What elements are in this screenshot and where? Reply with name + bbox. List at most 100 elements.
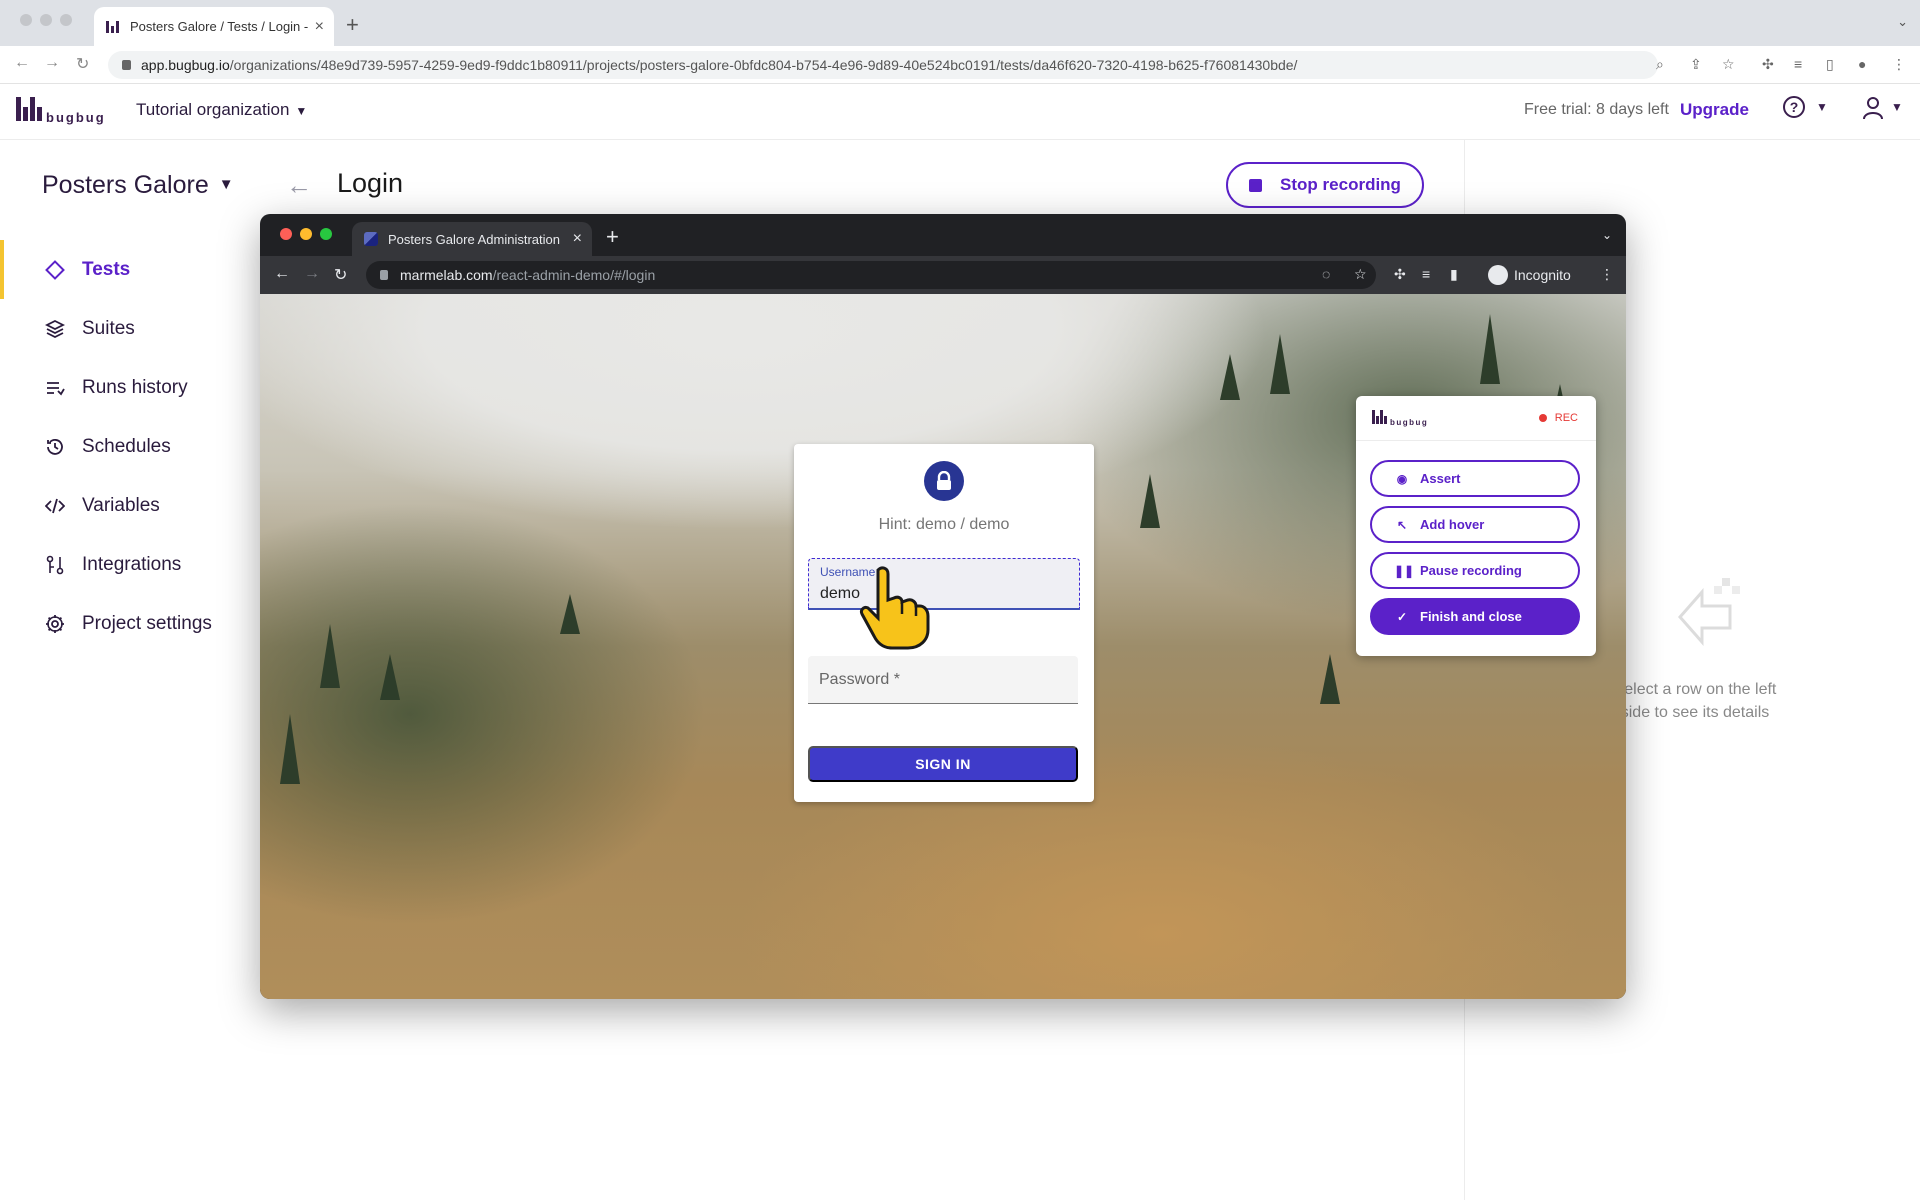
sidebar-item-runs-history[interactable]: Runs history <box>0 358 230 417</box>
tab-search-chevron-icon[interactable]: ⌄ <box>1897 14 1908 30</box>
pause-recording-button[interactable]: ❚❚ Pause recording <box>1370 552 1580 589</box>
reading-list-icon[interactable]: ≡ <box>1422 266 1430 282</box>
pause-icon: ❚❚ <box>1394 563 1415 578</box>
inner-browser-tab[interactable]: Posters Galore Administration × <box>352 222 592 256</box>
new-tab-icon[interactable]: + <box>606 224 619 250</box>
bugbug-favicon-icon <box>106 20 120 33</box>
lock-icon <box>924 461 964 501</box>
list-icon <box>44 377 66 399</box>
share-icon[interactable]: ⇪ <box>1690 56 1702 73</box>
reload-icon[interactable]: ↻ <box>334 265 347 285</box>
forward-icon[interactable]: → <box>304 265 320 283</box>
eye-slash-icon[interactable]: ◌ <box>1322 266 1330 282</box>
close-tab-icon[interactable]: × <box>573 230 582 248</box>
bugbug-logo-icon <box>1372 410 1387 424</box>
recording-browser-window: Posters Galore Administration × + ⌄ ← → … <box>260 214 1626 999</box>
finish-and-close-button[interactable]: ✓ Finish and close <box>1370 598 1580 635</box>
browser-tab-bar: Posters Galore / Tests / Login - BugBug … <box>0 0 1920 46</box>
reading-list-icon[interactable]: ≡ <box>1794 56 1802 72</box>
tab-search-chevron-icon[interactable]: ⌄ <box>1602 228 1612 242</box>
tree-decoration <box>560 594 580 634</box>
project-name: Posters Galore <box>42 171 209 199</box>
back-icon[interactable]: ← <box>274 265 290 283</box>
address-bar[interactable]: app.bugbug.io/organizations/48e9d739-595… <box>108 51 1658 79</box>
window-minimize-button[interactable] <box>40 14 52 26</box>
password-field[interactable]: Password * <box>808 656 1078 704</box>
url-path: /organizations/48e9d739-5957-4259-9ed9-f… <box>229 57 1298 73</box>
profile-icon[interactable]: ● <box>1858 56 1866 72</box>
add-hover-button[interactable]: ↖ Add hover <box>1370 506 1580 543</box>
sign-in-button[interactable]: SIGN IN <box>808 746 1078 782</box>
bugbug-recorder-panel: bugbug REC ◉ Assert ↖ Add hover ❚❚ Pause… <box>1356 396 1596 656</box>
login-card: Hint: demo / demo Username * demo Passwo… <box>794 444 1094 802</box>
empty-details-hint: Select a row on the left side to see its… <box>1613 681 1777 721</box>
window-maximize-button[interactable] <box>320 228 332 240</box>
help-chevron-down-icon[interactable]: ▼ <box>1816 100 1828 114</box>
reload-icon[interactable]: ↻ <box>76 54 89 74</box>
bookmark-star-icon[interactable]: ☆ <box>1722 56 1735 73</box>
project-switcher[interactable]: Posters Galore ▼ <box>42 171 234 200</box>
window-minimize-button[interactable] <box>300 228 312 240</box>
side-panel-icon[interactable]: ▯ <box>1826 56 1834 73</box>
side-panel-icon[interactable]: ▮ <box>1450 266 1458 283</box>
extensions-icon[interactable]: ✣ <box>1394 266 1406 283</box>
sidebar-item-integrations[interactable]: Integrations <box>0 535 230 594</box>
stop-icon <box>1249 178 1263 192</box>
browser-tab-active[interactable]: Posters Galore / Tests / Login - BugBug … <box>94 7 334 46</box>
organization-switcher[interactable]: Tutorial organization ▼ <box>136 100 307 120</box>
tree-decoration <box>1220 354 1240 400</box>
tree-decoration <box>1480 314 1500 384</box>
sidebar-item-schedules[interactable]: Schedules <box>0 417 230 476</box>
sidebar-item-label: Suites <box>82 317 135 339</box>
hand-pointer-icon <box>860 566 930 650</box>
window-maximize-button[interactable] <box>60 14 72 26</box>
sidebar-item-variables[interactable]: Variables <box>0 476 230 535</box>
incognito-badge[interactable]: Incognito <box>1488 265 1571 285</box>
back-arrow-icon[interactable]: ← <box>286 170 312 201</box>
chrome-menu-icon[interactable]: ⋮ <box>1892 56 1906 73</box>
inner-browser-toolbar: ← → ↻ marmelab.com/react-admin-demo/#/lo… <box>260 256 1626 294</box>
sidebar-item-label: Variables <box>82 494 160 516</box>
sidebar-nav: Tests Suites Runs history Schedules Vari… <box>0 240 230 653</box>
assert-button[interactable]: ◉ Assert <box>1370 460 1580 497</box>
user-icon[interactable] <box>1862 96 1884 120</box>
sidebar-item-label: Runs history <box>82 376 188 398</box>
zoom-icon[interactable]: ⌕ <box>1656 56 1664 73</box>
forward-icon[interactable]: → <box>44 54 60 72</box>
sidebar-item-project-settings[interactable]: Project settings <box>0 594 230 653</box>
page-title: Login <box>337 168 404 198</box>
history-icon <box>44 436 66 458</box>
url-host: marmelab.com <box>400 267 493 283</box>
pause-recording-label: Pause recording <box>1420 563 1522 578</box>
sidebar-item-label: Integrations <box>82 553 182 575</box>
sidebar-item-suites[interactable]: Suites <box>0 299 230 358</box>
sidebar-item-label: Tests <box>82 258 131 280</box>
stop-recording-button[interactable]: Stop recording <box>1226 162 1424 208</box>
bugbug-logo[interactable]: bugbug <box>16 97 106 125</box>
upgrade-link[interactable]: Upgrade <box>1680 100 1749 120</box>
window-close-button[interactable] <box>20 14 32 26</box>
bookmark-star-icon[interactable]: ☆ <box>1354 266 1367 283</box>
sidebar-item-tests[interactable]: Tests <box>0 240 230 299</box>
user-chevron-down-icon[interactable]: ▼ <box>1891 100 1903 114</box>
diamond-icon <box>44 259 66 281</box>
help-icon[interactable]: ? <box>1783 96 1805 118</box>
inner-address-bar[interactable]: marmelab.com/react-admin-demo/#/login <box>366 261 1376 289</box>
tree-decoration <box>1320 654 1340 704</box>
logo-text: bugbug <box>46 110 106 125</box>
back-icon[interactable]: ← <box>14 54 30 72</box>
stop-recording-label: Stop recording <box>1280 175 1401 194</box>
chrome-menu-icon[interactable]: ⋮ <box>1600 266 1614 283</box>
tree-decoration <box>1270 334 1290 394</box>
recording-dot-icon <box>1538 414 1547 422</box>
tree-decoration <box>320 624 340 688</box>
new-tab-icon[interactable]: + <box>346 12 359 38</box>
cursor-icon: ↖ <box>1396 517 1408 532</box>
close-tab-icon[interactable]: × <box>315 18 324 36</box>
username-value: demo <box>820 585 861 602</box>
recording-status: REC <box>1538 412 1578 424</box>
window-close-button[interactable] <box>280 228 292 240</box>
username-field[interactable]: Username * demo <box>808 558 1080 610</box>
browser-tab-title: Posters Galore / Tests / Login - BugBug <box>130 19 309 34</box>
extensions-icon[interactable]: ✣ <box>1762 56 1774 73</box>
